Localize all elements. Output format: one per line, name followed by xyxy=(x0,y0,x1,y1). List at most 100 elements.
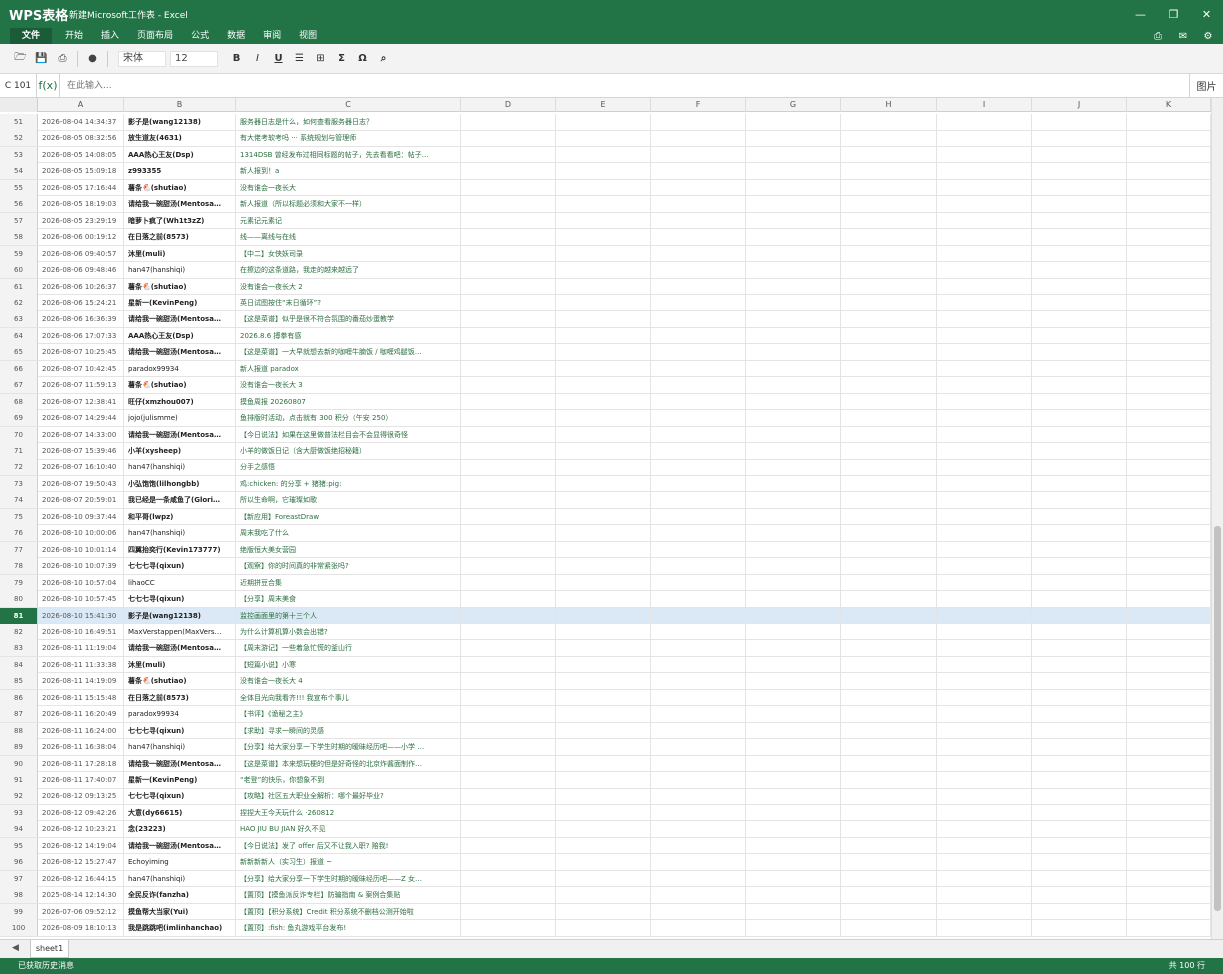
empty-cell[interactable] xyxy=(651,212,746,229)
cell-title[interactable]: 绝版恒大美女营园 xyxy=(236,541,461,558)
empty-cell[interactable] xyxy=(1127,212,1211,229)
row-number[interactable]: 68 xyxy=(0,393,38,410)
cell-author[interactable]: 小弘饱饱(lilhongbb) xyxy=(124,475,236,492)
empty-cell[interactable] xyxy=(461,377,556,394)
cell-title[interactable]: 【分享】给大家分享一下学生时期的暧昧经历吧——小学 … xyxy=(236,739,461,756)
empty-cell[interactable] xyxy=(746,689,841,706)
empty-cell[interactable] xyxy=(461,196,556,213)
empty-cell[interactable] xyxy=(1032,196,1127,213)
cell-title[interactable]: 【这是菜谱】似乎是很不符合氛围的番茄炒蛋教学 xyxy=(236,311,461,328)
table-row[interactable]: 81 2026-08-10 15:41:30 影子是(wang12138) 监控画面里… xyxy=(0,607,1211,624)
empty-cell[interactable] xyxy=(937,443,1032,459)
empty-cell[interactable] xyxy=(841,689,937,706)
image-button[interactable]: 图片 xyxy=(1189,73,1223,98)
cell-author[interactable]: 我已经是一条咸鱼了(Glori… xyxy=(124,492,236,509)
empty-cell[interactable] xyxy=(841,525,937,542)
cell-author[interactable]: 请给我一碗甜汤(Mentosa… xyxy=(124,755,236,772)
cell-title[interactable]: 分手之感悟 xyxy=(236,459,461,476)
row-number[interactable]: 53 xyxy=(0,146,38,163)
cell-title[interactable]: 1314DSB 曾经发布过相同标题的帖子，先去看看吧：帖子… xyxy=(236,146,461,163)
empty-cell[interactable] xyxy=(1032,393,1127,410)
cell-author[interactable]: 星新一(KevinPeng) xyxy=(124,294,236,311)
table-row[interactable]: 95 2026-08-12 14:19:04 请给我一碗甜汤(Mentosa… 【今日… xyxy=(0,837,1211,855)
empty-cell[interactable] xyxy=(556,229,651,246)
empty-cell[interactable] xyxy=(556,772,651,788)
empty-cell[interactable] xyxy=(651,706,746,723)
empty-cell[interactable] xyxy=(937,146,1032,163)
empty-cell[interactable] xyxy=(1127,739,1211,756)
empty-cell[interactable] xyxy=(651,755,746,772)
empty-cell[interactable] xyxy=(746,377,841,394)
empty-cell[interactable] xyxy=(556,212,651,229)
empty-cell[interactable] xyxy=(937,245,1032,262)
table-row[interactable]: 82 2026-08-10 16:49:51 MaxVerstappen(MaxVe… xyxy=(0,623,1211,641)
empty-cell[interactable] xyxy=(841,574,937,591)
empty-cell[interactable] xyxy=(1032,525,1127,542)
empty-cell[interactable] xyxy=(1127,788,1211,805)
empty-cell[interactable] xyxy=(746,788,841,805)
empty-cell[interactable] xyxy=(651,508,746,525)
empty-cell[interactable] xyxy=(1127,245,1211,262)
empty-cell[interactable] xyxy=(1032,623,1127,640)
table-row[interactable]: 75 2026-08-10 09:37:44 和平哥(lwpz) 【新应用】Forea… xyxy=(0,508,1211,526)
table-row[interactable]: 65 2026-08-07 10:25:45 请给我一碗甜汤(Mentosa… 【这是… xyxy=(0,344,1211,361)
cell-time[interactable]: 2026-08-05 17:16:44 xyxy=(38,179,124,196)
empty-cell[interactable] xyxy=(1127,804,1211,821)
cell-author[interactable]: 请给我一碗甜汤(Mentosa… xyxy=(124,837,236,854)
empty-cell[interactable] xyxy=(556,739,651,756)
cell-title[interactable]: 【置顶】【摸鱼派反诈专栏】防骗指南 & 案例合集贴 xyxy=(236,887,461,904)
empty-cell[interactable] xyxy=(937,278,1032,295)
column-header[interactable]: I xyxy=(937,98,1032,112)
empty-cell[interactable] xyxy=(1127,574,1211,591)
empty-cell[interactable] xyxy=(937,854,1032,871)
cell-author[interactable]: 旺仔(xmzhou007) xyxy=(124,393,236,410)
empty-cell[interactable] xyxy=(651,722,746,739)
cell-time[interactable]: 2026-08-11 14:19:09 xyxy=(38,673,124,690)
empty-cell[interactable] xyxy=(841,541,937,558)
empty-cell[interactable] xyxy=(841,903,937,920)
row-number[interactable]: 67 xyxy=(0,377,38,394)
empty-cell[interactable] xyxy=(461,788,556,805)
table-row[interactable]: 92 2026-08-12 09:13:25 七七七寻(qixun) 【攻略】社区五大… xyxy=(0,788,1211,805)
empty-cell[interactable] xyxy=(1032,920,1127,937)
empty-cell[interactable] xyxy=(461,163,556,180)
cell-author[interactable]: 薯条🐔(shutiao) xyxy=(124,377,236,394)
empty-cell[interactable] xyxy=(556,706,651,723)
table-row[interactable]: 86 2026-08-11 15:15:48 在日落之前(8573) 全体目光向我看齐… xyxy=(0,689,1211,707)
empty-cell[interactable] xyxy=(651,393,746,410)
cell-title[interactable]: 【置顶】:fish: 鱼丸游戏平台发布! xyxy=(236,920,461,937)
empty-cell[interactable] xyxy=(746,410,841,427)
empty-cell[interactable] xyxy=(461,689,556,706)
empty-cell[interactable] xyxy=(1032,114,1127,130)
empty-cell[interactable] xyxy=(1032,640,1127,657)
table-row[interactable]: 53 2026-08-05 14:08:05 AAA热心王友(Dsp) 1314DSB… xyxy=(0,146,1211,164)
search-icon[interactable]: ⌕ xyxy=(373,49,394,69)
empty-cell[interactable] xyxy=(461,146,556,163)
cell-time[interactable]: 2026-08-07 15:39:46 xyxy=(38,443,124,459)
table-row[interactable]: 68 2026-08-07 12:38:41 旺仔(xmzhou007) 摸鱼周报 2… xyxy=(0,393,1211,411)
empty-cell[interactable] xyxy=(651,245,746,262)
cell-time[interactable]: 2026-08-07 19:50:43 xyxy=(38,475,124,492)
empty-cell[interactable] xyxy=(746,229,841,246)
empty-cell[interactable] xyxy=(937,360,1032,377)
menu-page-layout[interactable]: 页面布局 xyxy=(128,28,182,44)
empty-cell[interactable] xyxy=(1127,229,1211,246)
empty-cell[interactable] xyxy=(937,821,1032,838)
empty-cell[interactable] xyxy=(1032,656,1127,673)
empty-cell[interactable] xyxy=(841,755,937,772)
cell-time[interactable]: 2026-08-11 16:24:00 xyxy=(38,722,124,739)
empty-cell[interactable] xyxy=(1127,558,1211,575)
empty-cell[interactable] xyxy=(1032,804,1127,821)
cell-title[interactable]: 【分享】周末美食 xyxy=(236,591,461,608)
empty-cell[interactable] xyxy=(746,525,841,542)
empty-cell[interactable] xyxy=(1127,887,1211,904)
empty-cell[interactable] xyxy=(1032,130,1127,147)
empty-cell[interactable] xyxy=(1032,492,1127,509)
row-number[interactable]: 87 xyxy=(0,706,38,723)
empty-cell[interactable] xyxy=(1032,360,1127,377)
row-number[interactable]: 93 xyxy=(0,804,38,821)
empty-cell[interactable] xyxy=(461,574,556,591)
empty-cell[interactable] xyxy=(746,245,841,262)
empty-cell[interactable] xyxy=(841,656,937,673)
empty-cell[interactable] xyxy=(746,360,841,377)
